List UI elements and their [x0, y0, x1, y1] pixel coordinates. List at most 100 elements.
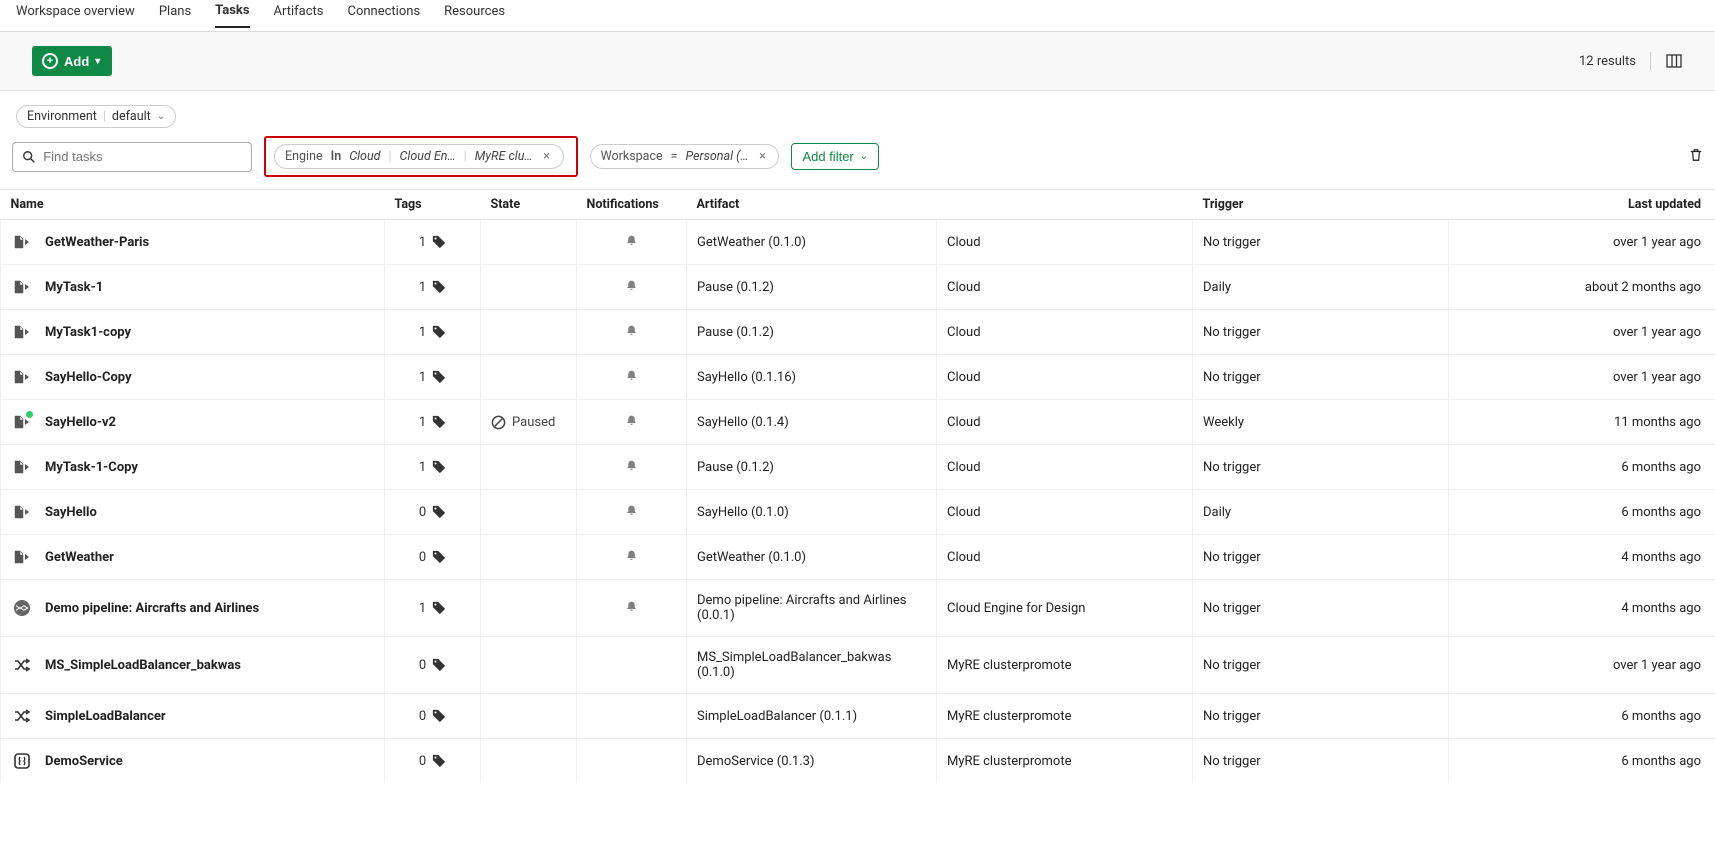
table-row[interactable]: SayHello-Copy 1 SayHello (0.1.16) Cloud …: [1, 355, 1715, 400]
task-type-icon: [13, 413, 31, 431]
results-count: 12 results: [1579, 54, 1636, 69]
table-row[interactable]: MyTask-1 1 Pause (0.1.2) Cloud Daily abo…: [1, 265, 1715, 310]
filter-val-1: Cloud: [349, 149, 380, 164]
bell-icon: [625, 326, 638, 341]
engine-filter-chip[interactable]: Engine In Cloud | Cloud En… | MyRE clu… …: [274, 144, 564, 169]
task-type-icon: [13, 323, 31, 341]
engine-cell: Cloud: [937, 535, 1193, 580]
engine-cell: Cloud: [937, 490, 1193, 535]
col-artifact[interactable]: Artifact: [687, 190, 937, 220]
table-row[interactable]: SayHello-v2 1 Paused SayHello (0.1.4) Cl…: [1, 400, 1715, 445]
engine-cell: MyRE clusterpromote: [937, 694, 1193, 739]
tab-resources[interactable]: Resources: [444, 4, 505, 27]
add-button[interactable]: + Add ▾: [32, 46, 112, 76]
col-name[interactable]: Name: [1, 190, 385, 220]
task-type-icon: [13, 656, 31, 674]
environment-row: Environment | default ⌄: [0, 91, 1715, 136]
artifact-cell: DemoService (0.1.3): [687, 739, 937, 784]
remove-filter-icon[interactable]: ×: [756, 149, 768, 164]
table-row[interactable]: MyTask-1-Copy 1 Pause (0.1.2) Cloud No t…: [1, 445, 1715, 490]
engine-cell: Cloud Engine for Design: [937, 580, 1193, 637]
task-type-icon: [13, 458, 31, 476]
trigger-cell: No trigger: [1193, 220, 1449, 265]
filter-key: Engine: [285, 149, 323, 164]
table-row[interactable]: DemoService 0 DemoService (0.1.3) MyRE c…: [1, 739, 1715, 784]
trigger-cell: No trigger: [1193, 580, 1449, 637]
table-row[interactable]: MS_SimpleLoadBalancer_bakwas 0 MS_Simple…: [1, 637, 1715, 694]
artifact-cell: Pause (0.1.2): [687, 310, 937, 355]
updated-cell: 4 months ago: [1449, 535, 1715, 580]
filter-val-2: Cloud En…: [400, 149, 456, 164]
col-tags[interactable]: Tags: [385, 190, 481, 220]
tags-cell: 0: [395, 550, 470, 565]
task-name: DemoService: [45, 754, 123, 769]
search-box[interactable]: [12, 142, 252, 172]
table-row[interactable]: MyTask1-copy 1 Pause (0.1.2) Cloud No tr…: [1, 310, 1715, 355]
task-type-icon: [13, 599, 31, 617]
artifact-cell: Pause (0.1.2): [687, 445, 937, 490]
task-type-icon: [13, 548, 31, 566]
artifact-cell: SayHello (0.1.0): [687, 490, 937, 535]
tab-tasks[interactable]: Tasks: [215, 3, 249, 28]
engine-cell: Cloud: [937, 355, 1193, 400]
columns-icon[interactable]: [1665, 52, 1683, 70]
updated-cell: over 1 year ago: [1449, 220, 1715, 265]
task-name: GetWeather-Paris: [45, 235, 149, 250]
remove-filter-icon[interactable]: ×: [541, 149, 553, 164]
bell-icon: [625, 461, 638, 476]
filter-val-3: MyRE clu…: [475, 149, 533, 164]
tab-artifacts[interactable]: Artifacts: [274, 4, 324, 27]
task-name: SayHello-v2: [45, 415, 116, 430]
table-row[interactable]: Demo pipeline: Aircrafts and Airlines 1 …: [1, 580, 1715, 637]
table-row[interactable]: SimpleLoadBalancer 0 SimpleLoadBalancer …: [1, 694, 1715, 739]
engine-cell: Cloud: [937, 310, 1193, 355]
environment-selector[interactable]: Environment | default ⌄: [16, 105, 176, 128]
chevron-down-icon: ⌄: [157, 111, 165, 122]
tab-workspace-overview[interactable]: Workspace overview: [16, 4, 135, 27]
engine-cell: MyRE clusterpromote: [937, 637, 1193, 694]
table-row[interactable]: GetWeather-Paris 1 GetWeather (0.1.0) Cl…: [1, 220, 1715, 265]
col-engine[interactable]: [937, 190, 1193, 220]
tags-cell: 1: [395, 415, 470, 430]
trigger-cell: No trigger: [1193, 739, 1449, 784]
engine-cell: Cloud: [937, 400, 1193, 445]
toolbar: + Add ▾ 12 results: [0, 32, 1715, 91]
tags-cell: 1: [395, 325, 470, 340]
task-name: MyTask1-copy: [45, 325, 131, 340]
artifact-cell: Demo pipeline: Aircrafts and Airlines (0…: [687, 580, 937, 637]
workspace-filter-chip[interactable]: Workspace = Personal (… ×: [590, 144, 780, 169]
col-updated[interactable]: Last updated: [1449, 190, 1715, 220]
table-row[interactable]: GetWeather 0 GetWeather (0.1.0) Cloud No…: [1, 535, 1715, 580]
tags-cell: 1: [395, 370, 470, 385]
bell-icon: [625, 506, 638, 521]
task-name: MS_SimpleLoadBalancer_bakwas: [45, 658, 241, 673]
col-notifications[interactable]: Notifications: [577, 190, 687, 220]
tags-cell: 0: [395, 658, 470, 673]
updated-cell: over 1 year ago: [1449, 637, 1715, 694]
task-type-icon: [13, 368, 31, 386]
task-name: SayHello: [45, 505, 97, 520]
tab-plans[interactable]: Plans: [159, 4, 191, 27]
engine-cell: Cloud: [937, 265, 1193, 310]
add-filter-button[interactable]: Add filter ⌄: [791, 143, 879, 170]
task-type-icon: [13, 233, 31, 251]
add-button-label: Add: [64, 54, 89, 69]
engine-cell: Cloud: [937, 445, 1193, 490]
table-row[interactable]: SayHello 0 SayHello (0.1.0) Cloud Daily …: [1, 490, 1715, 535]
col-trigger[interactable]: Trigger: [1193, 190, 1449, 220]
col-state[interactable]: State: [481, 190, 577, 220]
tags-cell: 1: [395, 460, 470, 475]
filter-key: Workspace: [601, 149, 663, 164]
updated-cell: 6 months ago: [1449, 739, 1715, 784]
plus-icon: +: [42, 53, 58, 69]
trigger-cell: No trigger: [1193, 445, 1449, 490]
updated-cell: 11 months ago: [1449, 400, 1715, 445]
tab-connections[interactable]: Connections: [348, 4, 421, 27]
trigger-cell: No trigger: [1193, 637, 1449, 694]
trigger-cell: No trigger: [1193, 535, 1449, 580]
clear-filters-icon[interactable]: [1689, 148, 1703, 166]
artifact-cell: GetWeather (0.1.0): [687, 535, 937, 580]
task-name: GetWeather: [45, 550, 114, 565]
add-filter-label: Add filter: [802, 149, 853, 164]
search-input[interactable]: [43, 149, 243, 164]
